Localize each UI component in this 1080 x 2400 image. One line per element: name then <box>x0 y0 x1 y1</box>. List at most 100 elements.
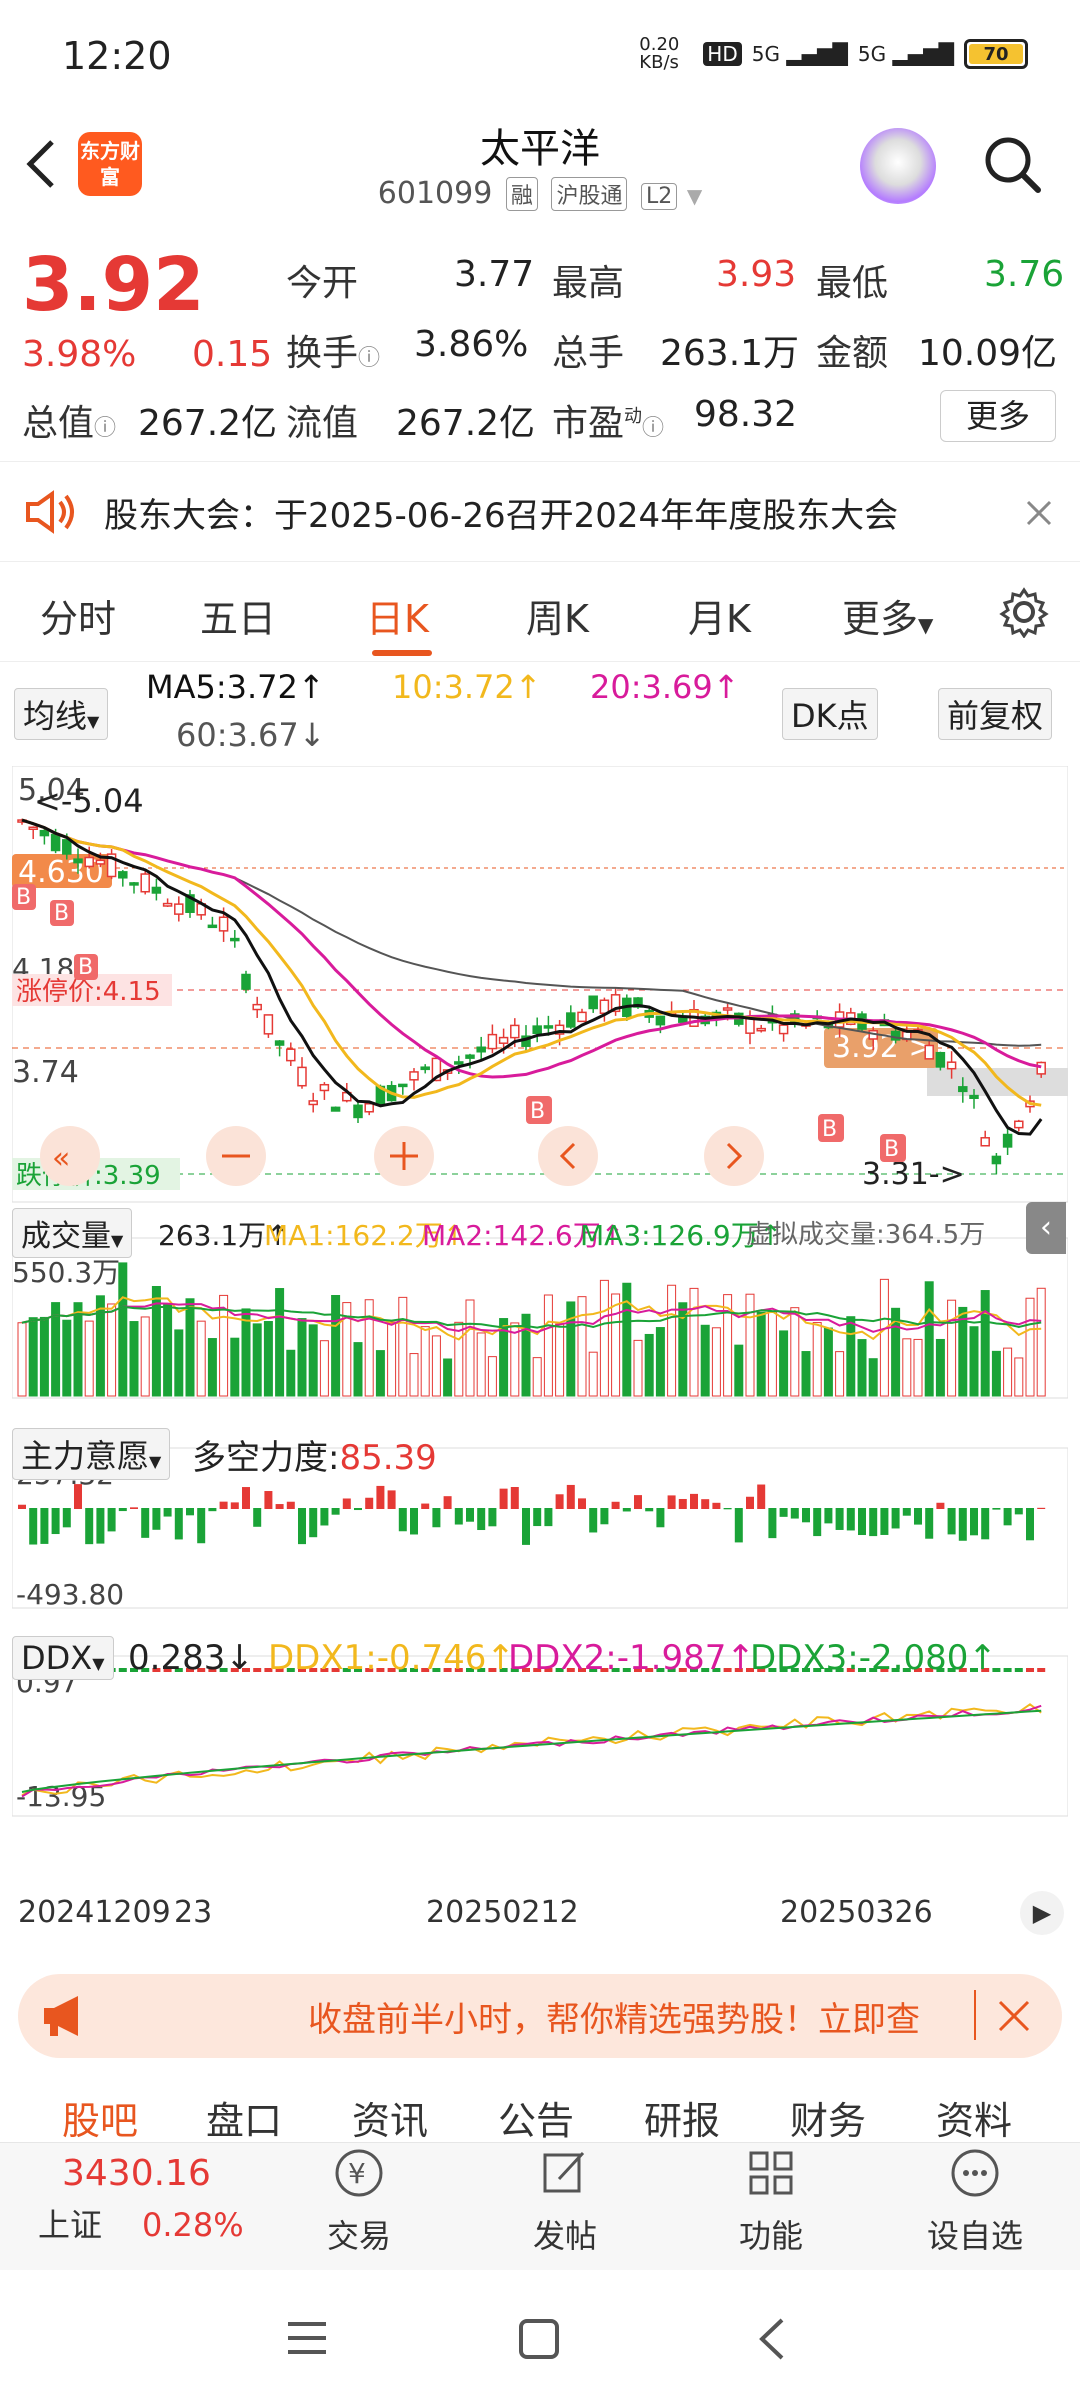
margin-tag: 融 <box>505 177 538 211</box>
info-icon: ⓘ <box>94 416 117 441</box>
volume-bar <box>174 1329 184 1397</box>
play-right-button[interactable]: ▶ <box>1020 1891 1064 1935</box>
period-tabs: 分时 五日 日K 周K 月K 更多▼ <box>0 562 1080 662</box>
post-button[interactable]: 发帖 <box>490 2143 640 2257</box>
candle <box>50 833 61 852</box>
volume-selector[interactable]: 成交量▼ <box>12 1208 133 1258</box>
tab-finance[interactable]: 财务 <box>790 2090 866 2145</box>
candle <box>655 1015 666 1026</box>
volume-bar <box>711 1327 721 1397</box>
volume-bar <box>118 1262 128 1397</box>
volume-bar <box>779 1330 789 1397</box>
force-bar <box>130 1507 138 1509</box>
candle <box>241 973 251 990</box>
tab-announcements[interactable]: 公告 <box>498 2090 574 2145</box>
tab-orderbook[interactable]: 盘口 <box>206 2090 282 2145</box>
tab-intraday[interactable]: 分时 <box>40 588 116 643</box>
candle <box>778 1024 789 1035</box>
candle <box>252 1003 262 1011</box>
status-time: 12:20 <box>62 34 172 78</box>
tab-research[interactable]: 研报 <box>644 2090 720 2145</box>
search-button[interactable] <box>980 132 1044 196</box>
pe-label[interactable]: 市盈动ⓘ <box>552 394 664 446</box>
x-label-1: 20241209 <box>18 1895 171 1930</box>
ddx-selector[interactable]: DDX▼ <box>12 1636 114 1680</box>
close-icon[interactable] <box>996 1998 1032 2034</box>
force-bar <box>1014 1508 1023 1515</box>
candle <box>487 1033 498 1050</box>
force-bar <box>712 1502 721 1509</box>
volume-bar <box>555 1323 565 1397</box>
volume-bar <box>364 1299 374 1397</box>
system-nav-bar <box>0 2270 1080 2400</box>
force-bar <box>466 1508 474 1522</box>
trade-button[interactable]: ¥ 交易 <box>284 2143 434 2257</box>
force-bar <box>242 1487 250 1509</box>
turnover-label-text: 换手 <box>286 333 359 374</box>
volume-bar <box>28 1317 38 1397</box>
info-icon: ⓘ <box>358 346 381 371</box>
quote-panel: 3.92 3.98% 0.15 今开 3.77 最高 3.93 最低 3.76 … <box>0 230 1080 462</box>
index-value: 3430.16 <box>62 2153 211 2194</box>
force-bar <box>992 1508 1001 1510</box>
menu-icon[interactable] <box>286 2320 328 2356</box>
volume-bar <box>398 1296 408 1397</box>
force-bar <box>230 1502 239 1509</box>
candle <box>1002 1133 1013 1148</box>
home-icon[interactable] <box>518 2318 560 2360</box>
volume-label: 总手 <box>552 333 625 374</box>
x-label-3: 20250326 <box>780 1895 933 1930</box>
volume-bar <box>622 1282 632 1397</box>
candle <box>722 1007 733 1011</box>
add-watchlist-button[interactable]: 设自选 <box>900 2143 1050 2257</box>
volume-bar <box>252 1323 262 1397</box>
force-bar <box>421 1503 430 1509</box>
volume-bar <box>207 1338 217 1397</box>
tab-daily-k[interactable]: 日K <box>366 588 429 643</box>
back-nav-icon[interactable] <box>756 2316 786 2362</box>
tab-news[interactable]: 资讯 <box>352 2090 428 2145</box>
tab-weekly-k[interactable]: 周K <box>526 588 589 643</box>
volume-bar <box>846 1316 856 1397</box>
info-icon: ⓘ <box>642 416 665 441</box>
status-icons: 0.20 KB/s HD 5G ▂▄▆█ 5G ▂▄▆█ 70 <box>639 36 1028 72</box>
chart-area[interactable]: 5.04 <-5.04 4.630 4.18 涨停价:4.15 3.74 跌停价… <box>11 765 1069 1956</box>
adjust-button[interactable]: 前复权 <box>938 688 1053 740</box>
force-bar <box>701 1499 710 1509</box>
mcap-label[interactable]: 总值ⓘ <box>22 394 116 446</box>
function-button[interactable]: 功能 <box>696 2143 846 2257</box>
turnover-label[interactable]: 换手ⓘ <box>286 324 380 376</box>
close-icon[interactable] <box>1024 498 1054 528</box>
tab-forum[interactable]: 股吧 <box>62 2090 138 2145</box>
candle <box>129 882 139 886</box>
volume-legend: 成交量▼ 263.1万↑ MA1:162.2万↑ MA2:142.6万↑ MA3… <box>12 1202 1080 1258</box>
force-bar <box>387 1490 396 1509</box>
index-ticker[interactable]: 3430.16 上证 0.28% <box>22 2153 262 2246</box>
open-value: 3.77 <box>454 254 535 295</box>
volume-axis-max: 550.3万 <box>12 1256 120 1289</box>
tab-five-day[interactable]: 五日 <box>200 588 276 643</box>
index-pct: 0.28% <box>142 2206 244 2244</box>
svg-text:¥: ¥ <box>348 2157 366 2190</box>
volume-bar <box>443 1358 453 1397</box>
x-label-2: 20250212 <box>426 1895 579 1930</box>
force-bar <box>981 1508 990 1540</box>
force-bar <box>656 1508 665 1528</box>
gear-icon[interactable] <box>998 586 1050 638</box>
tab-profile[interactable]: 资料 <box>936 2090 1012 2145</box>
dk-point-button[interactable]: DK点 <box>782 688 878 740</box>
more-quote-button[interactable]: 更多 <box>940 390 1056 442</box>
volume-selector-label: 成交量 <box>21 1219 111 1254</box>
volume-bar <box>543 1294 553 1397</box>
tab-more[interactable]: 更多▼ <box>842 588 933 643</box>
indicator-selector[interactable]: 均线▼ <box>14 688 109 740</box>
notice-bar[interactable]: 股东大会：于2025-06-26召开2024年年度股东大会 <box>0 462 1080 562</box>
tab-monthly-k[interactable]: 月K <box>688 588 751 643</box>
collapse-panel-button[interactable]: ‹ <box>1026 1202 1066 1254</box>
kline-chart-svg[interactable]: 5.04 <-5.04 4.630 4.18 涨停价:4.15 3.74 跌停价… <box>11 765 1069 1956</box>
candle <box>476 1046 486 1053</box>
volume-bar <box>319 1340 329 1397</box>
force-selector[interactable]: 主力意愿▼ <box>12 1428 171 1480</box>
promo-banner[interactable]: 收盘前半小时，帮你精选强势股！立即查 <box>18 1974 1062 2058</box>
assistant-robot-icon[interactable] <box>860 128 936 204</box>
